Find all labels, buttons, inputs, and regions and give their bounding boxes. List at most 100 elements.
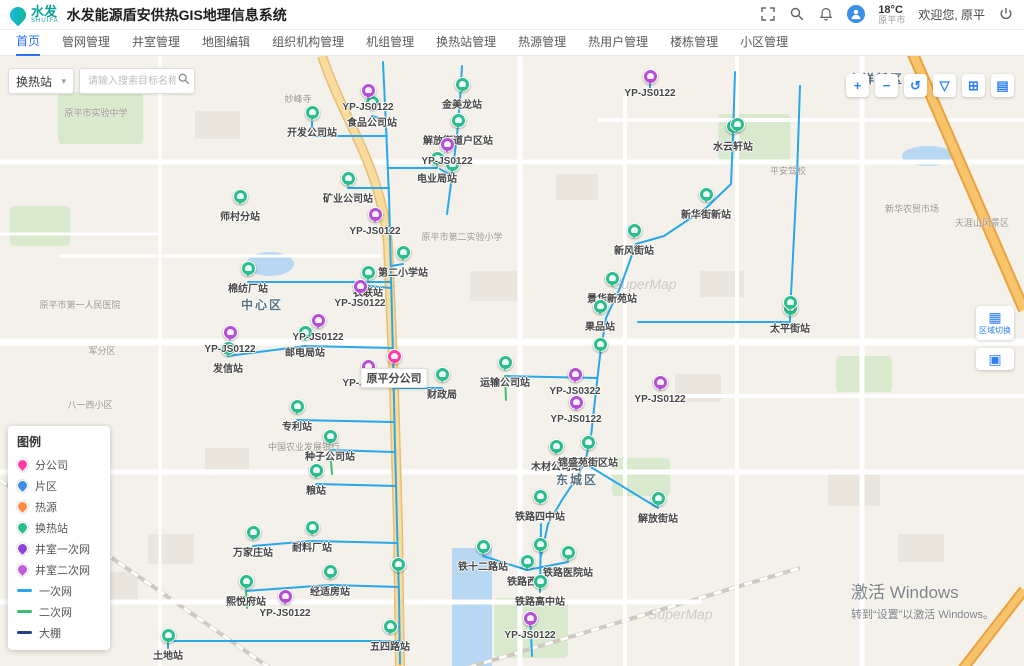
station-pin-icon[interactable] — [161, 628, 176, 643]
station-pin-icon[interactable] — [783, 295, 798, 310]
legend-item-片区[interactable]: 片区 — [17, 475, 101, 496]
legend-line-swatch — [17, 589, 32, 592]
station-marker-label: 万家庄站 — [233, 544, 273, 559]
station-pin-icon[interactable] — [396, 245, 411, 260]
legend-item-一次网[interactable]: 一次网 — [17, 580, 101, 601]
tab-热源管理[interactable]: 热源管理 — [518, 30, 566, 55]
station-pin-icon[interactable] — [233, 189, 248, 204]
tab-首页[interactable]: 首页 — [16, 29, 40, 56]
well-pin-icon[interactable] — [643, 69, 658, 84]
station-pin-icon[interactable] — [533, 489, 548, 504]
legend-pin-icon — [15, 520, 31, 536]
station-pin-icon[interactable] — [341, 171, 356, 186]
station-pin-icon[interactable] — [730, 117, 745, 132]
well-pin-icon[interactable] — [568, 367, 583, 382]
legend-items: 分公司片区热源换热站井室一次网井室二次网一次网二次网大棚 — [17, 454, 101, 643]
station-pin-icon[interactable] — [533, 574, 548, 589]
station-pin-icon[interactable] — [498, 355, 513, 370]
well-pin-icon[interactable] — [440, 137, 455, 152]
station-pin-icon[interactable] — [323, 429, 338, 444]
station-pin-icon[interactable] — [323, 564, 338, 579]
station-pin-icon[interactable] — [699, 187, 714, 202]
zoom-out-button[interactable]: − — [875, 74, 898, 97]
search-icon[interactable] — [789, 6, 805, 22]
logout-icon[interactable] — [998, 6, 1014, 22]
filter-button[interactable]: ▽ — [933, 74, 956, 97]
legend-pin-icon — [15, 499, 31, 515]
station-pin-icon[interactable] — [290, 399, 305, 414]
reset-view-button[interactable]: ↺ — [904, 74, 927, 97]
station-marker-label: 棉纺厂站 — [228, 280, 268, 295]
legend-item-大棚[interactable]: 大棚 — [17, 622, 101, 643]
search-category-select[interactable]: 换热站 ▾ — [8, 68, 74, 94]
company-pin-icon[interactable] — [387, 349, 402, 364]
tab-换热站管理[interactable]: 换热站管理 — [436, 30, 496, 55]
well-pin-icon[interactable] — [353, 279, 368, 294]
station-pin-icon[interactable] — [383, 619, 398, 634]
station-pin-icon[interactable] — [241, 261, 256, 276]
layer-settings-button[interactable]: ▤ — [991, 74, 1014, 97]
legend-item-井室一次网[interactable]: 井室一次网 — [17, 538, 101, 559]
tab-地图编辑[interactable]: 地图编辑 — [202, 30, 250, 55]
station-marker-label: 新风街站 — [614, 242, 654, 257]
station-pin-icon[interactable] — [651, 491, 666, 506]
well-pin-icon[interactable] — [569, 395, 584, 410]
station-marker-label: 开发公司站 — [287, 124, 337, 139]
search-input[interactable] — [86, 75, 178, 88]
page-title: 水发能源盾安供热GIS地理信息系统 — [67, 5, 287, 25]
well-pin-icon[interactable] — [223, 325, 238, 340]
notifications-bell-icon[interactable] — [818, 6, 834, 22]
station-pin-icon[interactable] — [581, 435, 596, 450]
legend-item-分公司[interactable]: 分公司 — [17, 454, 101, 475]
chevron-down-icon: ▾ — [61, 76, 66, 87]
tab-组织机构管理[interactable]: 组织机构管理 — [272, 30, 344, 55]
station-pin-icon[interactable] — [361, 265, 376, 280]
well-pin-icon[interactable] — [278, 589, 293, 604]
avatar[interactable] — [847, 5, 865, 23]
legend-item-换热站[interactable]: 换热站 — [17, 517, 101, 538]
station-marker-label: 矿业公司站 — [323, 190, 373, 205]
well-pin-icon[interactable] — [368, 207, 383, 222]
station-pin-icon[interactable] — [451, 113, 466, 128]
legend-item-热源[interactable]: 热源 — [17, 496, 101, 517]
legend-item-井室二次网[interactable]: 井室二次网 — [17, 559, 101, 580]
station-pin-icon[interactable] — [305, 520, 320, 535]
measure-button[interactable]: ⊞ — [962, 74, 985, 97]
station-pin-icon[interactable] — [455, 77, 470, 92]
station-pin-icon[interactable] — [549, 439, 564, 454]
station-pin-icon[interactable] — [593, 299, 608, 314]
station-pin-icon[interactable] — [391, 557, 406, 572]
well-pin-icon[interactable] — [361, 83, 376, 98]
station-marker-label: 邮电局站 — [285, 344, 325, 359]
search-box[interactable] — [79, 68, 195, 94]
station-pin-icon[interactable] — [476, 539, 491, 554]
station-pin-icon[interactable] — [309, 463, 324, 478]
well-pin-icon[interactable] — [523, 611, 538, 626]
tab-管网管理[interactable]: 管网管理 — [62, 30, 110, 55]
layer-switch-button[interactable]: ▣ — [976, 348, 1014, 370]
area-switch-button[interactable]: ▦区域切换 — [976, 306, 1014, 340]
well-pin-icon[interactable] — [653, 375, 668, 390]
station-pin-icon[interactable] — [305, 105, 320, 120]
station-pin-icon[interactable] — [239, 574, 254, 589]
station-pin-icon[interactable] — [605, 271, 620, 286]
tab-机组管理[interactable]: 机组管理 — [366, 30, 414, 55]
map-canvas[interactable]: 中心区东城区吉祥新区原平市实验中学妙峰寺原平市第二实验小学平安驾校原平市第一人民… — [0, 56, 1024, 666]
tab-小区管理[interactable]: 小区管理 — [740, 30, 788, 55]
station-pin-icon[interactable] — [246, 525, 261, 540]
tab-热用户管理[interactable]: 热用户管理 — [588, 30, 648, 55]
station-pin-icon[interactable] — [533, 537, 548, 552]
station-pin-icon[interactable] — [520, 554, 535, 569]
legend-item-二次网[interactable]: 二次网 — [17, 601, 101, 622]
station-pin-icon[interactable] — [435, 367, 450, 382]
station-pin-icon[interactable] — [593, 337, 608, 352]
zoom-in-button[interactable]: + — [846, 74, 869, 97]
station-pin-icon[interactable] — [561, 545, 576, 560]
windows-activate-line1: 激活 Windows — [851, 578, 994, 603]
station-pin-icon[interactable] — [627, 223, 642, 238]
fullscreen-icon[interactable] — [760, 6, 776, 22]
well-pin-icon[interactable] — [311, 313, 326, 328]
tab-井室管理[interactable]: 井室管理 — [132, 30, 180, 55]
search-magnifier-icon[interactable] — [178, 72, 190, 90]
tab-楼栋管理[interactable]: 楼栋管理 — [670, 30, 718, 55]
